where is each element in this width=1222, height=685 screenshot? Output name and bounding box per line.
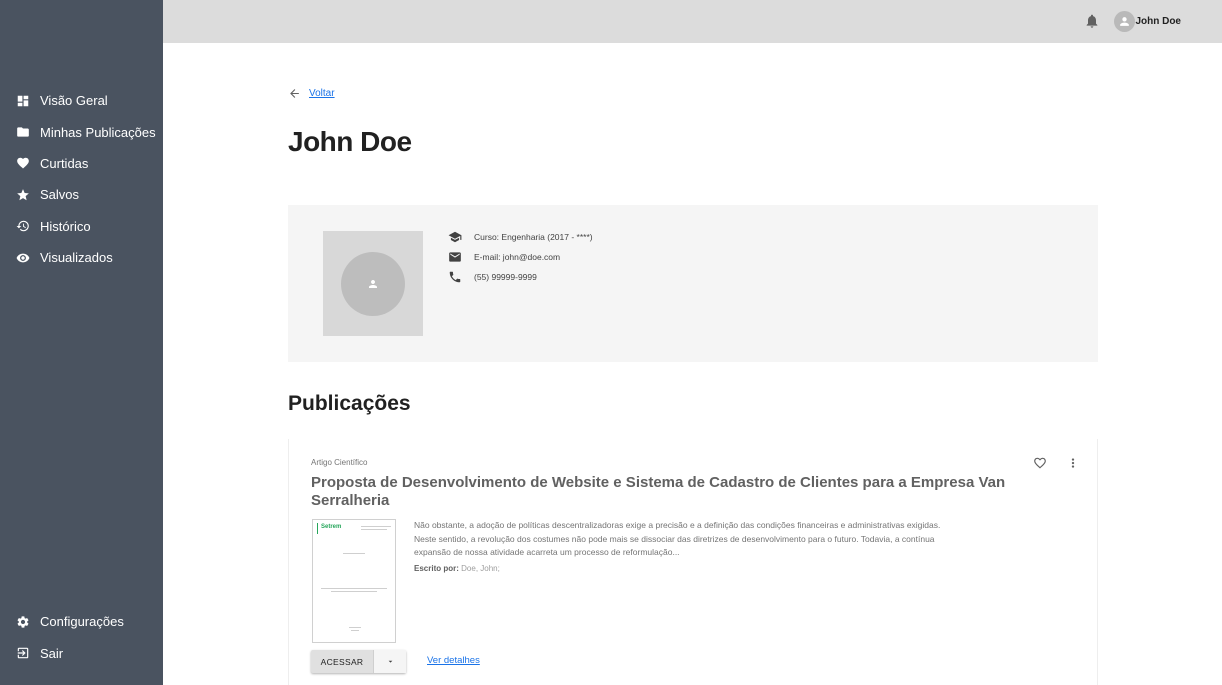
back-link[interactable]: Voltar bbox=[288, 87, 335, 100]
sidebar-item-label: Configurações bbox=[40, 614, 124, 630]
sidebar-item-curtidas[interactable]: Curtidas bbox=[0, 148, 163, 179]
graduation-cap-icon bbox=[448, 230, 462, 244]
sidebar-item-sair[interactable]: Sair bbox=[0, 637, 163, 668]
sidebar: Visão Geral Minhas Publicações Curtidas … bbox=[0, 0, 163, 685]
mail-icon bbox=[448, 250, 462, 264]
phone-icon bbox=[448, 270, 462, 284]
profile-card: Curso: Engenharia (2017 - ****) E-mail: … bbox=[288, 205, 1098, 362]
star-icon bbox=[16, 188, 30, 202]
folder-icon bbox=[16, 125, 30, 139]
sidebar-item-label: Histórico bbox=[40, 218, 91, 234]
section-title: Publicações bbox=[288, 392, 411, 415]
thumbnail-line bbox=[361, 526, 391, 527]
sidebar-item-salvos[interactable]: Salvos bbox=[0, 179, 163, 210]
profile-email-row: E-mail: john@doe.com bbox=[448, 250, 560, 264]
author-label: Escrito por: bbox=[414, 564, 459, 573]
avatar-placeholder bbox=[341, 252, 405, 316]
heart-icon bbox=[16, 156, 30, 170]
publication-card: Artigo Científico Proposta de Desenvolvi… bbox=[288, 439, 1098, 685]
sidebar-item-visao-geral[interactable]: Visão Geral bbox=[0, 85, 163, 116]
sidebar-item-configuracoes[interactable]: Configurações bbox=[0, 606, 163, 637]
person-icon bbox=[369, 280, 377, 288]
publication-type: Artigo Científico bbox=[311, 458, 368, 467]
access-split-button: ACESSAR bbox=[311, 650, 406, 673]
sidebar-item-label: Curtidas bbox=[40, 155, 89, 171]
back-link-label: Voltar bbox=[309, 88, 335, 99]
sidebar-item-label: Sair bbox=[40, 645, 64, 661]
more-vert-icon[interactable] bbox=[1066, 456, 1080, 470]
thumbnail-logo-bar bbox=[317, 523, 318, 534]
gear-icon bbox=[16, 615, 30, 629]
profile-course: Curso: Engenharia (2017 - ****) bbox=[474, 232, 593, 242]
sidebar-item-minhas-publicacoes[interactable]: Minhas Publicações bbox=[0, 116, 163, 147]
sidebar-item-label: Visão Geral bbox=[40, 93, 108, 109]
thumbnail-line bbox=[349, 627, 361, 628]
logout-icon bbox=[16, 646, 30, 660]
page-title: John Doe bbox=[288, 126, 412, 157]
topbar: John Doe bbox=[163, 0, 1222, 43]
thumbnail-line bbox=[321, 588, 387, 589]
publication-thumbnail[interactable]: Setrem bbox=[312, 519, 396, 643]
publication-title: Proposta de Desenvolvimento de Website e… bbox=[311, 474, 1006, 509]
user-name[interactable]: John Doe bbox=[1135, 16, 1181, 27]
profile-phone: (55) 99999-9999 bbox=[474, 272, 537, 282]
sidebar-item-label: Salvos bbox=[40, 187, 80, 203]
thumbnail-line bbox=[343, 553, 365, 554]
sidebar-item-visualizados[interactable]: Visualizados bbox=[0, 242, 163, 273]
author-name: Doe, John; bbox=[461, 564, 500, 573]
thumbnail-line bbox=[361, 529, 387, 530]
sidebar-item-historico[interactable]: Histórico bbox=[0, 211, 163, 242]
dashboard-icon bbox=[16, 94, 30, 108]
thumbnail-line bbox=[331, 591, 377, 592]
publication-description: Não obstante, a adoção de políticas desc… bbox=[414, 520, 941, 557]
thumbnail-line bbox=[351, 630, 359, 631]
access-button[interactable]: ACESSAR bbox=[311, 650, 373, 673]
like-heart-icon[interactable] bbox=[1033, 456, 1047, 470]
sidebar-bottom-nav: Configurações Sair bbox=[0, 606, 163, 669]
sidebar-item-label: Minhas Publicações bbox=[40, 124, 156, 140]
profile-phone-row: (55) 99999-9999 bbox=[448, 270, 537, 284]
sidebar-nav: Visão Geral Minhas Publicações Curtidas … bbox=[0, 85, 163, 273]
access-dropdown-button[interactable] bbox=[373, 650, 406, 673]
eye-icon bbox=[16, 251, 30, 265]
bell-icon[interactable] bbox=[1084, 13, 1100, 29]
history-icon bbox=[16, 219, 30, 233]
user-avatar-icon[interactable] bbox=[1114, 11, 1135, 32]
caret-down-icon bbox=[388, 660, 392, 663]
thumbnail-logo: Setrem bbox=[321, 524, 342, 530]
profile-photo bbox=[323, 231, 423, 336]
profile-email: E-mail: john@doe.com bbox=[474, 252, 561, 262]
details-link[interactable]: Ver detalhes bbox=[427, 655, 480, 666]
profile-course-row: Curso: Engenharia (2017 - ****) bbox=[448, 230, 593, 244]
publication-author: Escrito por: Doe, John; bbox=[414, 564, 500, 573]
arrow-left-icon bbox=[288, 87, 301, 100]
sidebar-item-label: Visualizados bbox=[40, 250, 113, 266]
